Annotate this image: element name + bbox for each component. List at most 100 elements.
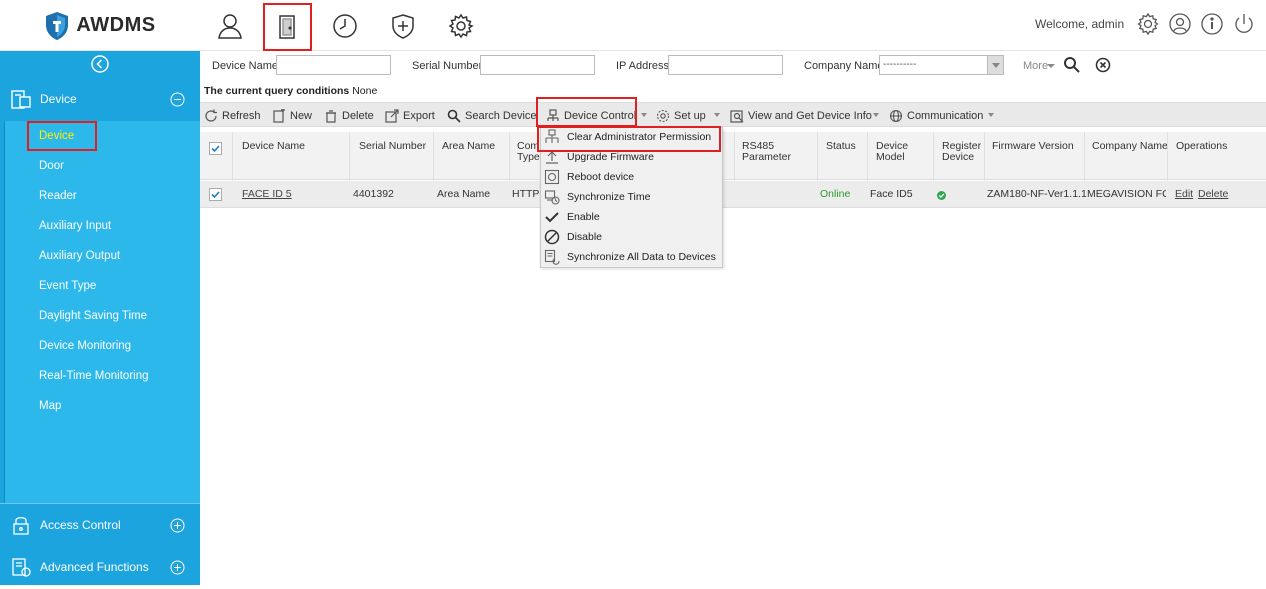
serial-number-cell: 4401392	[353, 188, 394, 200]
sidebar-item-device-monitoring[interactable]: Device Monitoring	[39, 340, 131, 352]
menu-item-label: Enable	[567, 211, 600, 223]
sidebar-item-daylight-saving-time[interactable]: Daylight Saving Time	[39, 310, 147, 322]
query-conditions-value: None	[352, 85, 378, 97]
expand-plus-icon[interactable]	[170, 518, 185, 533]
search-device-button[interactable]: Search Device	[447, 108, 537, 124]
view-device-info-label: View and Get Device Info	[748, 110, 872, 122]
clear-filter-icon[interactable]	[1095, 57, 1111, 73]
export-button[interactable]: Export	[385, 108, 435, 124]
col-status[interactable]: Status	[826, 141, 856, 152]
filter-bar: Device Name Serial Number IP Address Com…	[200, 51, 1266, 79]
more-caret-icon[interactable]	[1047, 64, 1055, 68]
device-name-input[interactable]	[276, 55, 391, 75]
table-row[interactable]: FACE ID 5 4401392 Area Name HTTP Online …	[200, 181, 1266, 208]
company-name-selected: ----------	[883, 59, 917, 70]
new-button[interactable]: New	[272, 108, 312, 124]
menu-item-enable[interactable]: Enable	[541, 207, 722, 227]
sidebar-item-door[interactable]: Door	[39, 160, 64, 172]
lock-icon	[13, 517, 29, 535]
expand-plus-icon[interactable]	[170, 560, 185, 575]
sidebar-item-event-type[interactable]: Event Type	[39, 280, 96, 292]
info-icon[interactable]	[1200, 12, 1224, 36]
view-device-info-button[interactable]: View and Get Device Info	[730, 108, 872, 124]
shield-logo-icon	[46, 11, 69, 40]
col-rs485[interactable]: RS485 Parameter	[742, 141, 791, 163]
view-info-icon	[730, 110, 744, 123]
serial-number-input[interactable]	[480, 55, 595, 75]
search-icon[interactable]	[1063, 56, 1081, 74]
sidebar-section-device[interactable]: Device	[0, 77, 200, 121]
sidebar-item-auxiliary-output[interactable]: Auxiliary Output	[39, 250, 120, 262]
col-firmware-version[interactable]: Firmware Version	[992, 141, 1074, 152]
comm-type-cell: HTTP	[512, 188, 540, 200]
communication-caret-icon[interactable]	[988, 113, 994, 117]
menu-item-synchronize-time[interactable]: Synchronize Time	[541, 187, 722, 207]
col-comm-type-line2: Type	[517, 151, 540, 163]
refresh-icon	[205, 109, 217, 122]
select-all-checkbox[interactable]	[209, 142, 222, 155]
attendance-clock-icon[interactable]	[326, 7, 364, 45]
device-control-button[interactable]: Device Control	[546, 108, 636, 124]
settings-gear-icon[interactable]	[1136, 12, 1160, 36]
sidebar-section-advanced-functions[interactable]: Advanced Functions	[0, 545, 200, 589]
sidebar-section-access-control[interactable]: Access Control	[0, 503, 200, 547]
view-info-caret-icon[interactable]	[873, 113, 879, 117]
menu-item-label: Synchronize All Data to Devices	[567, 251, 716, 263]
col-serial-number[interactable]: Serial Number	[359, 141, 426, 152]
device-control-menu: Clear Administrator Permission Upgrade F…	[540, 127, 723, 268]
ip-address-input[interactable]	[668, 55, 783, 75]
menu-item-upgrade-firmware[interactable]: Upgrade Firmware	[541, 147, 722, 167]
sidebar-item-device[interactable]: Device	[39, 130, 74, 142]
more-filters-link[interactable]: More	[1023, 60, 1048, 72]
sidebar-section-advanced-functions-label: Advanced Functions	[40, 560, 149, 574]
col-device-model[interactable]: Device Model	[876, 141, 908, 163]
system-settings-icon[interactable]	[442, 7, 480, 45]
col-company-name[interactable]: Company Name	[1092, 141, 1168, 152]
company-name-label: Company Name	[804, 60, 884, 72]
check-icon	[545, 212, 559, 223]
user-profile-icon[interactable]	[1168, 12, 1192, 36]
app-logo: AWDMS	[0, 0, 200, 51]
col-device-name[interactable]: Device Name	[242, 141, 305, 152]
device-name-link[interactable]: FACE ID 5	[242, 188, 292, 200]
delete-link[interactable]: Delete	[1198, 188, 1228, 200]
collapse-sidebar-icon[interactable]	[90, 54, 110, 74]
top-bar: AWDMS Welcome, admin	[0, 0, 1266, 51]
col-register-device[interactable]: Register Device	[942, 141, 981, 163]
collapse-minus-icon[interactable]	[170, 92, 185, 107]
company-cell: MEGAVISION FO	[1087, 188, 1166, 200]
personnel-icon[interactable]	[211, 7, 249, 45]
edit-link[interactable]: Edit	[1175, 188, 1193, 200]
select-arrow-icon[interactable]	[987, 56, 1003, 74]
new-document-icon	[273, 109, 285, 123]
set-up-caret-icon[interactable]	[714, 113, 720, 117]
menu-item-sync-all-data[interactable]: Synchronize All Data to Devices	[541, 247, 722, 267]
access-shield-icon[interactable]	[384, 7, 422, 45]
advanced-functions-icon	[12, 558, 31, 577]
menu-item-reboot-device[interactable]: Reboot device	[541, 167, 722, 187]
col-device-model-line2: Model	[876, 151, 905, 163]
sidebar-item-real-time-monitoring[interactable]: Real-Time Monitoring	[39, 370, 149, 382]
row-checkbox[interactable]	[209, 188, 222, 201]
company-name-select[interactable]: ----------	[879, 55, 1004, 75]
globe-icon	[889, 109, 903, 123]
menu-item-label: Reboot device	[567, 171, 635, 183]
menu-item-disable[interactable]: Disable	[541, 227, 722, 247]
delete-button[interactable]: Delete	[324, 108, 374, 124]
device-door-icon[interactable]	[268, 8, 306, 46]
device-control-caret-icon[interactable]	[641, 113, 647, 117]
sidebar-item-auxiliary-input[interactable]: Auxiliary Input	[39, 220, 111, 232]
registered-check-icon	[937, 191, 946, 200]
menu-item-clear-admin-permission[interactable]: Clear Administrator Permission	[541, 127, 722, 147]
sidebar-item-map[interactable]: Map	[39, 400, 61, 412]
col-area-name[interactable]: Area Name	[442, 141, 495, 152]
upgrade-firmware-icon	[546, 151, 558, 164]
power-logout-icon[interactable]	[1232, 12, 1256, 36]
set-up-button[interactable]: Set up	[656, 108, 706, 124]
refresh-label: Refresh	[222, 110, 261, 122]
sidebar-item-reader[interactable]: Reader	[39, 190, 77, 202]
col-comm-type[interactable]: Com Type	[517, 141, 540, 163]
refresh-button[interactable]: Refresh	[204, 108, 261, 124]
disable-icon	[544, 229, 560, 245]
communication-button[interactable]: Communication	[889, 108, 983, 124]
